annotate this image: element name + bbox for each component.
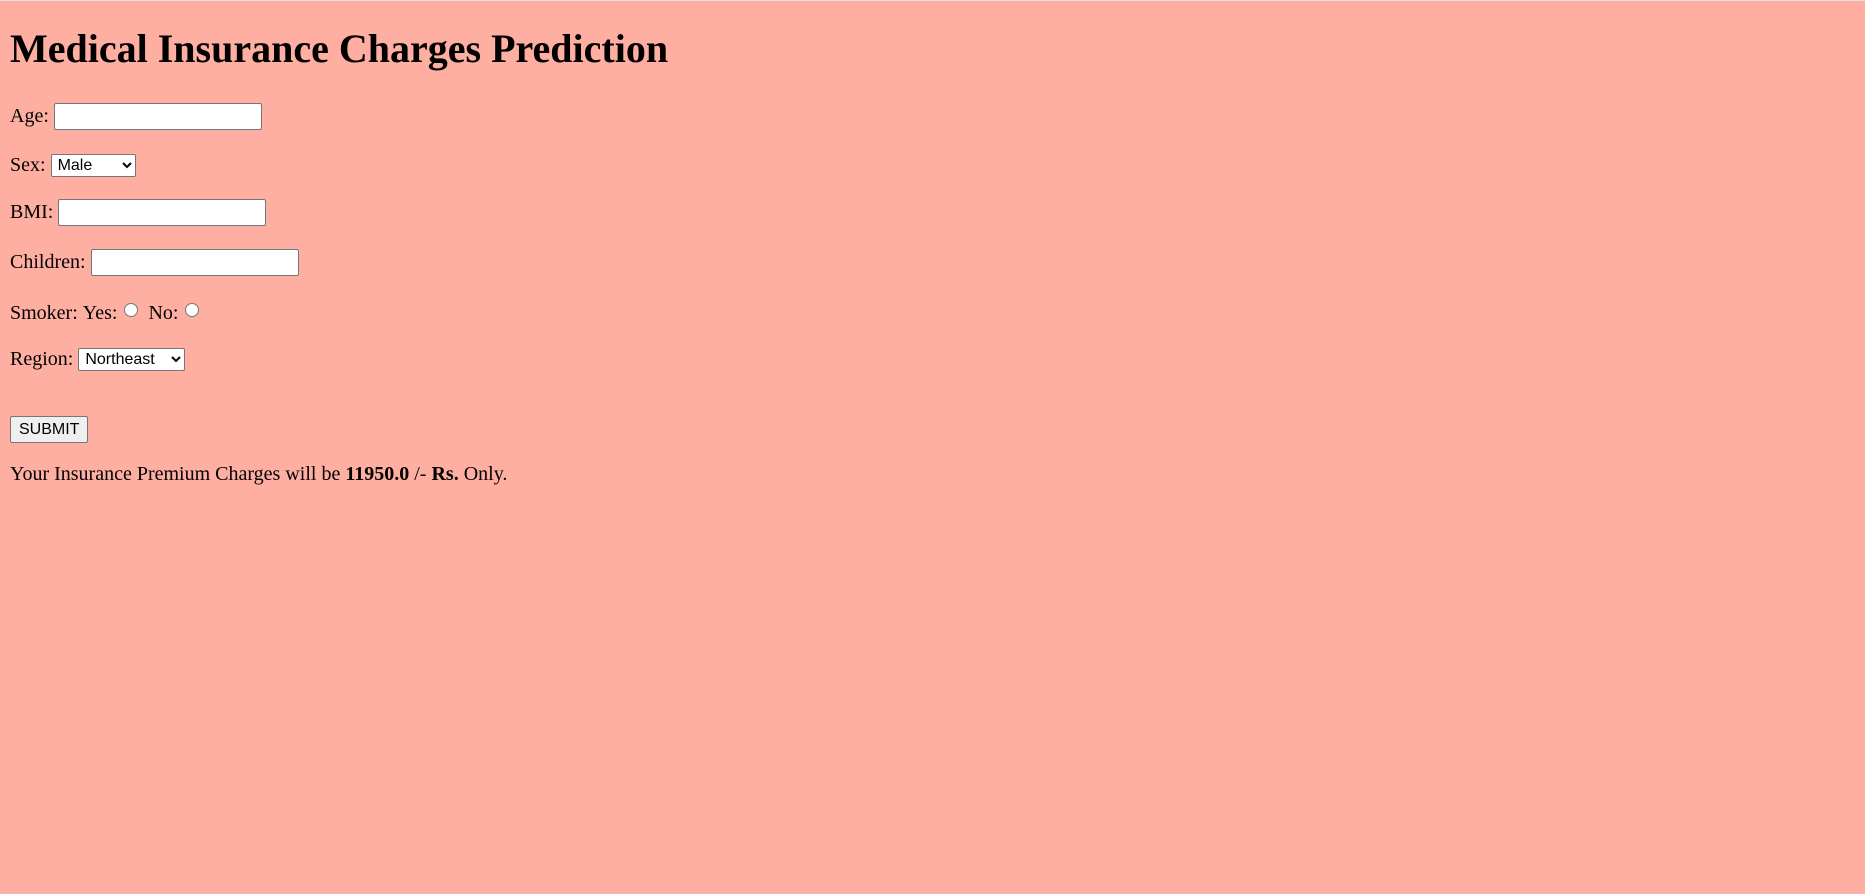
- result-separator: /-: [414, 463, 427, 485]
- submit-button[interactable]: SUBMIT: [10, 416, 89, 443]
- age-input[interactable]: [53, 102, 262, 130]
- region-label: Region:: [10, 347, 74, 370]
- age-label: Age:: [10, 104, 49, 127]
- page-title: Medical Insurance Charges Prediction: [10, 26, 669, 71]
- result-prefix: Your Insurance Premium Charges will be: [10, 463, 341, 485]
- bmi-row: BMI:: [10, 197, 267, 227]
- sex-label: Sex:: [10, 153, 46, 176]
- smoker-yes-radio[interactable]: [124, 303, 139, 317]
- smoker-label: Smoker:: [10, 301, 78, 324]
- smoker-yes-label: Yes:: [82, 301, 118, 324]
- result-suffix: Only.: [463, 463, 508, 485]
- sex-select[interactable]: Male: [50, 153, 136, 177]
- bmi-label: BMI:: [10, 200, 54, 223]
- result-amount: 11950.0: [345, 463, 410, 485]
- bmi-input[interactable]: [58, 198, 267, 226]
- sex-row: Sex: Male: [10, 150, 136, 180]
- children-row: Children:: [10, 247, 299, 277]
- result-currency: Rs.: [431, 463, 459, 485]
- region-row: Region: Northeast: [10, 344, 186, 374]
- children-label: Children:: [10, 250, 86, 273]
- result-message: Your Insurance Premium Charges will be 1…: [10, 463, 507, 486]
- smoker-row: Smoker: Yes: No:: [10, 298, 209, 328]
- region-select[interactable]: Northeast: [78, 347, 186, 371]
- children-input[interactable]: [90, 248, 299, 276]
- smoker-no-radio[interactable]: [185, 303, 200, 317]
- age-row: Age:: [10, 101, 262, 131]
- smoker-no-label: No:: [148, 301, 179, 324]
